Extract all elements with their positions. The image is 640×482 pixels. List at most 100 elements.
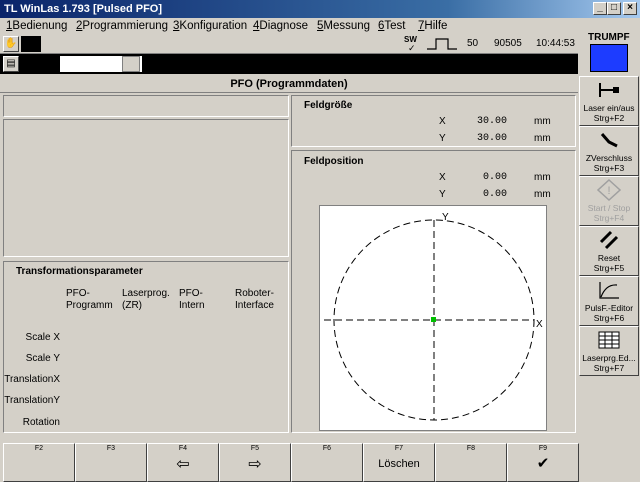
progress-toolbar: ▤ — [0, 54, 578, 74]
column-roboter-interface: Roboter- Interface — [235, 288, 274, 311]
start-stop-icon: ! — [597, 179, 621, 201]
f2-button[interactable]: F2 — [3, 443, 75, 482]
pulse-editor-label: PulsF.-Editor — [584, 303, 634, 313]
f5-forward-button[interactable]: F5 ⇨ — [219, 443, 291, 482]
laser-toggle-icon — [599, 83, 619, 97]
feldgroesse-x-value: 30.00 — [476, 116, 507, 127]
start-stop-shortcut: Strg+F4 — [593, 213, 625, 223]
window-title: TL WinLas 1.793 [Pulsed PFO] — [4, 3, 163, 15]
arrow-right-icon: ⇨ — [248, 456, 262, 473]
hand-icon[interactable]: ✋ — [3, 36, 19, 52]
laser-toggle-shortcut: Strg+F2 — [593, 113, 625, 123]
menu-hilfe[interactable]: 7Hilfe — [418, 18, 447, 34]
shutter-icon — [600, 133, 618, 148]
start-stop-button[interactable]: ! Start / Stop Strg+F4 — [579, 176, 639, 226]
reset-shortcut: Strg+F5 — [593, 263, 625, 273]
function-key-bar: F2 F3 F4 ⇦ F5 ⇨ F6 F7 Löschen F8 F9 ✔ — [0, 443, 579, 482]
pulse-editor-shortcut: Strg+F6 — [593, 313, 625, 323]
menu-bar: 1Bedienung 2Programmierung 3Konfiguratio… — [0, 18, 578, 34]
f4-back-button[interactable]: F4 ⇦ — [147, 443, 219, 482]
current-position-marker — [431, 317, 436, 322]
laser-program-editor-label: Laserprg.Ed... — [582, 353, 636, 363]
row-translation-x: TranslationX — [4, 374, 60, 385]
column-pfo-intern: PFO- Intern — [179, 288, 205, 311]
brand-color-block — [590, 44, 628, 72]
brand-logo: TRUMPF — [588, 32, 630, 43]
f3-button[interactable]: F3 — [75, 443, 147, 482]
pulse-editor-button[interactable]: PulsF.-Editor Strg+F6 — [579, 276, 639, 326]
menu-konfiguration[interactable]: 3Konfiguration — [173, 18, 247, 34]
laser-program-editor-button[interactable]: Laserprg.Ed... Strg+F7 — [579, 326, 639, 376]
feldgroesse-y-value: 30.00 — [476, 133, 507, 144]
menu-programmierung[interactable]: 2Programmierung — [76, 18, 168, 34]
laser-toggle-button[interactable]: Laser ein/aus Strg+F2 — [579, 76, 639, 126]
f6-button[interactable]: F6 — [291, 443, 363, 482]
feldposition-x-unit: mm — [534, 172, 551, 183]
arrow-left-icon: ⇦ — [176, 456, 190, 473]
svg-text:!: ! — [607, 185, 610, 197]
reset-icon — [599, 230, 619, 250]
status-value-1: 50 — [467, 38, 479, 49]
feldposition-x-label: X — [439, 172, 446, 183]
f7-delete-button[interactable]: F7 Löschen — [363, 443, 435, 482]
feldgroesse-y-unit: mm — [534, 133, 551, 144]
column-laserprog: Laserprog. (ZR) — [122, 288, 170, 311]
feldgroesse-x-unit: mm — [534, 116, 551, 127]
y-axis-label: Y — [442, 212, 449, 223]
pulse-icon — [427, 38, 457, 50]
feldposition-y-unit: mm — [534, 189, 551, 200]
feldposition-y-value: 0.00 — [482, 189, 507, 200]
status-value-2: 90505 — [494, 38, 522, 49]
table-icon — [598, 331, 620, 349]
title-bar: TL WinLas 1.793 [Pulsed PFO] _ □ × — [0, 0, 640, 18]
status-toolbar: ✋ SW ✓ 50 90505 10:44:53 — [0, 34, 578, 54]
pulse-editor-icon — [599, 282, 619, 299]
page-title: PFO (Programmdaten) — [0, 75, 578, 93]
laser-program-editor-shortcut: Strg+F7 — [593, 363, 625, 373]
close-button[interactable]: × — [623, 2, 637, 15]
empty-panel-top — [3, 95, 289, 117]
menu-bedienung[interactable]: 1Bedienung — [6, 18, 67, 34]
shutter-button[interactable]: ZVerschluss Strg+F3 — [579, 126, 639, 176]
sidebar: Laser ein/aus Strg+F2 ZVerschluss Strg+F… — [578, 76, 640, 428]
row-translation-y: TranslationY — [4, 395, 60, 406]
transformation-panel: Transformationsparameter PFO- Programm L… — [3, 261, 289, 433]
minimize-button[interactable]: _ — [593, 2, 607, 15]
feldposition-panel: Feldposition X 0.00 mm Y 0.00 mm Y X — [291, 150, 576, 433]
check-icon: ✓ — [408, 43, 416, 53]
brand-area: TRUMPF — [578, 30, 640, 76]
checkmark-icon: ✔ — [536, 455, 550, 472]
feldgroesse-x-label: X — [439, 116, 446, 127]
document-icon[interactable]: ▤ — [3, 56, 19, 72]
progress-slider[interactable] — [122, 56, 140, 72]
row-rotation: Rotation — [22, 417, 60, 428]
column-pfo-programm: PFO- Programm — [66, 288, 113, 311]
f8-button[interactable]: F8 — [435, 443, 507, 482]
start-stop-label: Start / Stop — [587, 203, 631, 213]
laser-toggle-label: Laser ein/aus — [583, 103, 635, 113]
status-time: 10:44:53 — [536, 38, 575, 49]
f9-confirm-button[interactable]: F9 ✔ — [507, 443, 579, 482]
feldgroesse-y-label: Y — [439, 133, 446, 144]
feldposition-title: Feldposition — [304, 156, 364, 167]
row-scale-x: Scale X — [25, 332, 60, 343]
menu-messung[interactable]: 5Messung — [317, 18, 370, 34]
menu-diagnose[interactable]: 4Diagnose — [253, 18, 308, 34]
shutter-shortcut: Strg+F3 — [593, 163, 625, 173]
transformation-title: Transformationsparameter — [16, 266, 143, 277]
feldposition-x-value: 0.00 — [482, 172, 507, 183]
row-scale-y: Scale Y — [25, 353, 60, 364]
x-axis-label: X — [536, 319, 543, 330]
menu-test[interactable]: 6Test — [378, 18, 406, 34]
status-indicator — [21, 36, 41, 52]
feldgroesse-panel: Feldgröße X 30.00 mm Y 30.00 mm — [291, 95, 576, 147]
field-position-plot[interactable]: Y X — [319, 205, 547, 431]
maximize-button[interactable]: □ — [607, 2, 621, 15]
feldposition-y-label: Y — [439, 189, 446, 200]
reset-button[interactable]: Reset Strg+F5 — [579, 226, 639, 276]
main-window: TL WinLas 1.793 [Pulsed PFO] _ □ × 1Bedi… — [0, 0, 640, 482]
shutter-label: ZVerschluss — [585, 153, 633, 163]
empty-panel-middle — [3, 119, 289, 257]
feldgroesse-title: Feldgröße — [304, 100, 353, 111]
reset-label: Reset — [597, 253, 621, 263]
